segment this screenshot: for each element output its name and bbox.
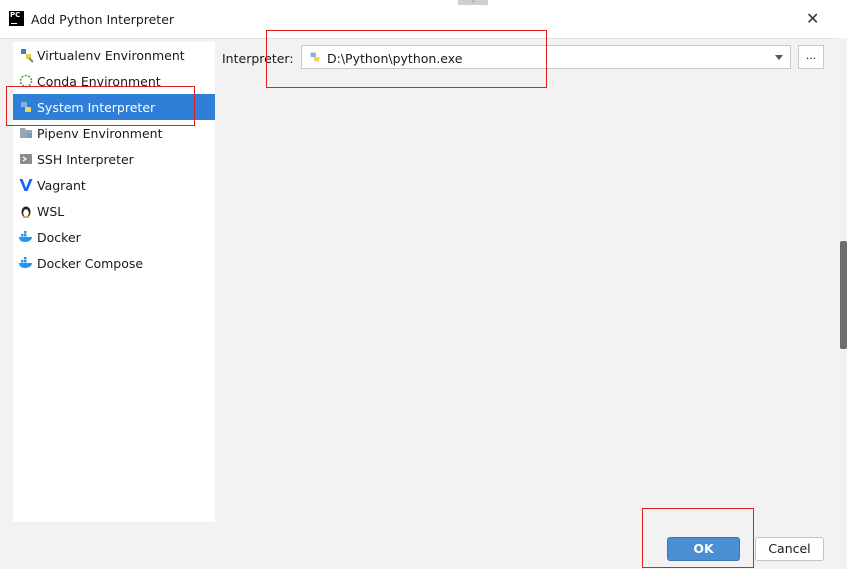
sidebar-item-docker-compose[interactable]: Docker Compose xyxy=(13,250,215,276)
collapse-handle[interactable]: » xyxy=(458,0,488,5)
sidebar-item-label: Vagrant xyxy=(37,178,86,193)
interpreter-select[interactable]: D:\Python\python.exe xyxy=(301,45,791,69)
sidebar-item-label: Conda Environment xyxy=(37,74,161,89)
sidebar-item-label: Docker Compose xyxy=(37,256,144,271)
sidebar-item-label: Docker xyxy=(37,230,81,245)
interpreter-path: D:\Python\python.exe xyxy=(327,51,463,66)
docker-icon xyxy=(19,231,32,242)
linux-penguin-icon xyxy=(21,206,31,218)
docker-compose-icon xyxy=(19,257,32,268)
sidebar-item-label: SSH Interpreter xyxy=(37,152,134,167)
browse-button[interactable]: ... xyxy=(798,45,824,69)
virtualenv-icon xyxy=(21,49,34,63)
dialog-title: Add Python Interpreter xyxy=(31,12,175,27)
vagrant-icon xyxy=(19,179,33,191)
sidebar-item-system-interpreter[interactable]: System Interpreter xyxy=(13,94,215,120)
pycharm-logo-icon: PC xyxy=(9,11,24,26)
interpreter-type-list: Virtualenv Environment Conda Environment… xyxy=(13,42,215,522)
background-scrollbar-thumb[interactable] xyxy=(840,241,847,349)
ssh-icon xyxy=(20,154,32,164)
title-bar: PC Add Python Interpreter ✕ xyxy=(0,0,847,39)
sidebar-item-label: Virtualenv Environment xyxy=(37,48,185,63)
sidebar-item-label: Pipenv Environment xyxy=(37,126,163,141)
sidebar-item-ssh[interactable]: SSH Interpreter xyxy=(13,146,215,172)
sidebar-item-docker[interactable]: Docker xyxy=(13,224,215,250)
sidebar-item-conda[interactable]: Conda Environment xyxy=(13,68,215,94)
sidebar-item-virtualenv[interactable]: Virtualenv Environment xyxy=(13,42,215,68)
python-icon xyxy=(310,52,320,62)
sidebar-item-label: WSL xyxy=(37,204,65,219)
python-icon xyxy=(21,102,31,112)
interpreter-label: Interpreter: xyxy=(222,51,294,66)
pipenv-icon xyxy=(20,128,32,138)
close-icon[interactable]: ✕ xyxy=(806,9,819,28)
cancel-button[interactable]: Cancel xyxy=(755,537,824,561)
ok-button[interactable]: OK xyxy=(667,537,740,561)
chevron-down-icon[interactable] xyxy=(774,52,784,62)
sidebar-item-pipenv[interactable]: Pipenv Environment xyxy=(13,120,215,146)
conda-icon xyxy=(19,74,33,88)
sidebar-item-vagrant[interactable]: Vagrant xyxy=(13,172,215,198)
sidebar-item-label: System Interpreter xyxy=(37,100,156,115)
sidebar-item-wsl[interactable]: WSL xyxy=(13,198,215,224)
